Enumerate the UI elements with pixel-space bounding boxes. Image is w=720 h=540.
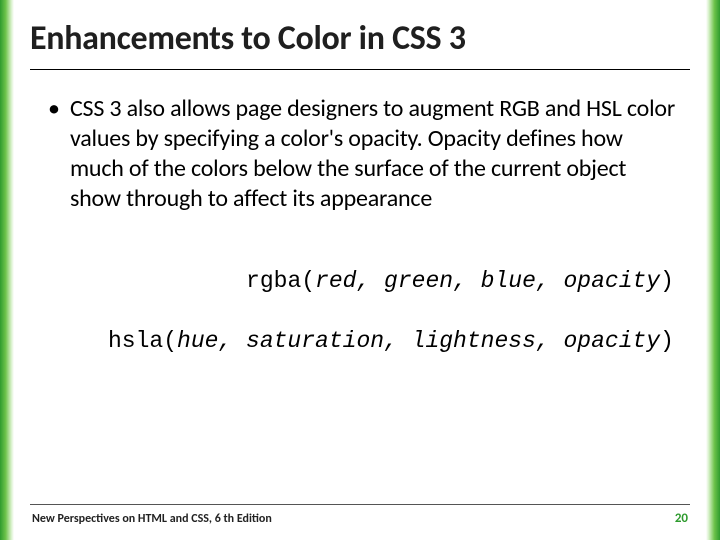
footer: New Perspectives on HTML and CSS, 6 th E… bbox=[30, 504, 690, 526]
code-close-rgba: ) bbox=[660, 268, 674, 294]
content-area: Enhancements to Color in CSS 3 • CSS 3 a… bbox=[30, 18, 690, 356]
right-edge-decoration bbox=[706, 0, 720, 540]
footer-page-number: 20 bbox=[675, 511, 688, 526]
bullet-text: CSS 3 also allows page designers to augm… bbox=[70, 94, 680, 214]
bullet-item: • CSS 3 also allows page designers to au… bbox=[48, 94, 680, 214]
code-fn-rgba: rgba( bbox=[246, 268, 315, 294]
code-args-rgba: red, green, blue, opacity bbox=[315, 268, 660, 294]
footer-book-title: New Perspectives on HTML and CSS, 6 th E… bbox=[32, 512, 272, 526]
slide-title: Enhancements to Color in CSS 3 bbox=[30, 18, 690, 70]
slide: Enhancements to Color in CSS 3 • CSS 3 a… bbox=[0, 0, 720, 540]
bullet-dot-icon: • bbox=[48, 94, 60, 124]
code-fn-hsla: hsla( bbox=[108, 328, 177, 354]
code-block: rgba(red, green, blue, opacity) hsla(hue… bbox=[48, 236, 680, 356]
body-area: • CSS 3 also allows page designers to au… bbox=[30, 94, 690, 356]
left-edge-decoration bbox=[0, 0, 14, 540]
code-close-hsla: ) bbox=[660, 328, 674, 354]
code-line-hsla: hsla(hue, saturation, lightness, opacity… bbox=[48, 326, 680, 356]
code-args-hsla: hue, saturation, lightness, opacity bbox=[177, 328, 660, 354]
code-line-rgba: rgba(red, green, blue, opacity) bbox=[48, 236, 680, 326]
